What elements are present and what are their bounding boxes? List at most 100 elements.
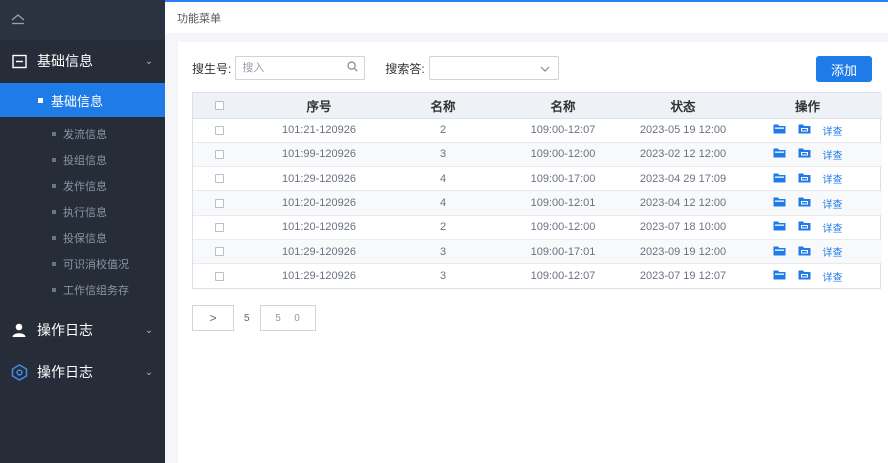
sidebar-group-label: 基础信息: [37, 53, 93, 69]
sidebar-group-label: 操作日志: [37, 364, 93, 380]
row-select-cell[interactable]: [193, 142, 245, 168]
sidebar-group-basic-info[interactable]: 基础信息 ⌄: [0, 40, 165, 82]
edit-folder-icon[interactable]: [798, 147, 811, 161]
table-row[interactable]: 101:20-120926 2 109:00-12:00 2023-07 18 10:…: [193, 215, 882, 240]
cell-time: 109:00-12:01: [493, 190, 633, 216]
add-button[interactable]: 添加: [816, 56, 872, 82]
folder-icon[interactable]: [773, 269, 786, 283]
detail-link[interactable]: 详查: [823, 220, 843, 235]
main-panel: 搜生号: 搜索答: 添加 序号 名称 名: [178, 42, 888, 463]
sidebar-sub-label: 工作信组务存: [63, 285, 129, 297]
row-checkbox[interactable]: [214, 271, 224, 281]
row-select-cell[interactable]: [193, 166, 245, 192]
table-row[interactable]: 101:29-120926 4 109:00-17:00 2023-04 29 17:…: [193, 166, 882, 192]
select-label: 搜索答:: [385, 61, 425, 76]
sidebar-item-basic-info[interactable]: 基础信息: [0, 83, 165, 117]
sidebar-sub-item[interactable]: 发作信息: [0, 173, 165, 199]
sidebar-sub-label: 可识消校值况: [63, 259, 129, 271]
edit-folder-icon[interactable]: [798, 196, 811, 210]
detail-link[interactable]: 详查: [823, 147, 843, 162]
sidebar-sub-label: 发流信息: [63, 129, 107, 141]
table-row[interactable]: 101:29-120926 3 109:00-17:01 2023-09 19 12:…: [193, 239, 882, 265]
column-header[interactable]: 名称: [493, 93, 633, 119]
detail-link[interactable]: 详查: [823, 196, 843, 211]
row-select-cell[interactable]: [193, 264, 245, 288]
bullet-icon: [52, 184, 56, 188]
bullet-icon: [52, 158, 56, 162]
next-page-button[interactable]: >: [192, 305, 234, 331]
bullet-icon: [52, 236, 56, 240]
sidebar-collapse-toggle[interactable]: [0, 0, 165, 40]
cell-date: 2023-09 19 12:00: [633, 239, 733, 265]
cell-time: 109:00-17:00: [493, 166, 633, 192]
column-header[interactable]: 序号: [245, 93, 393, 119]
edit-folder-icon[interactable]: [798, 172, 811, 186]
sidebar-sub-item[interactable]: 投保信息: [0, 225, 165, 251]
sidebar-group-operation-log[interactable]: 操作日志 ⌄: [0, 309, 165, 351]
row-select-cell[interactable]: [193, 190, 245, 216]
sidebar-sub-item[interactable]: 工作信组务存: [0, 277, 165, 303]
user-icon: [10, 321, 28, 339]
filter-select[interactable]: [428, 56, 559, 80]
edit-folder-icon[interactable]: [798, 245, 811, 259]
cell-count: 3: [393, 142, 493, 168]
table-row[interactable]: 101:99-120926 3 109:00-12:00 2023-02 12 12:…: [193, 142, 882, 168]
cell-id: 101:20-120926: [245, 215, 393, 240]
row-checkbox[interactable]: [214, 247, 224, 257]
row-checkbox[interactable]: [214, 150, 224, 160]
cell-time: 109:00-12:00: [493, 142, 633, 168]
search-icon[interactable]: [347, 61, 358, 75]
sidebar-sub-item[interactable]: 投组信息: [0, 147, 165, 173]
cell-count: 3: [393, 239, 493, 265]
cell-time: 109:00-12:07: [493, 118, 633, 143]
cell-actions: 详查: [733, 215, 882, 240]
sidebar-group-operation-log-2[interactable]: 操作日志 ⌄: [0, 351, 165, 393]
edit-folder-icon[interactable]: [798, 220, 811, 234]
collapse-up-icon[interactable]: [10, 13, 26, 28]
cell-actions: 详查: [733, 142, 882, 168]
cell-time: 109:00-12:07: [530, 270, 596, 283]
row-select-cell[interactable]: [193, 239, 245, 265]
row-checkbox[interactable]: [214, 174, 224, 184]
row-select-cell[interactable]: [193, 215, 245, 240]
folder-icon[interactable]: [773, 147, 786, 161]
sidebar-sub-item[interactable]: 可识消校值况: [0, 251, 165, 277]
cell-count: 3: [439, 270, 447, 283]
row-select-cell[interactable]: [193, 118, 245, 143]
data-table: 序号 名称 名称 状态 操作 101:21-120926 2 109:00-12:0…: [192, 92, 882, 290]
sidebar-sub-item[interactable]: 执行信息: [0, 199, 165, 225]
search-input[interactable]: [242, 62, 348, 74]
page-size-box[interactable]: 5 0: [259, 305, 316, 331]
table-row[interactable]: 101:20-120926 4 109:00-12:01 2023-04 12 12:…: [193, 190, 882, 216]
search-label: 搜生号:: [192, 61, 232, 76]
column-header[interactable]: 名称: [393, 93, 493, 119]
sidebar-sub-item[interactable]: 发流信息: [0, 121, 165, 147]
cell-id: 101:29-120926: [245, 239, 393, 265]
pagination: > 5 5 0: [192, 305, 316, 331]
column-header[interactable]: 状态: [633, 93, 733, 119]
detail-link[interactable]: 详查: [823, 171, 843, 186]
detail-link[interactable]: 详查: [823, 244, 843, 259]
sidebar-sub-label: 投保信息: [63, 233, 107, 245]
table-row[interactable]: 101:29-120926 3 109:00-12:07 2023-07 19 12:…: [193, 264, 882, 288]
detail-link[interactable]: 详查: [823, 123, 843, 138]
detail-link[interactable]: 详查: [823, 269, 843, 284]
folder-icon[interactable]: [773, 220, 786, 234]
cell-id: 101:29-120926: [245, 166, 393, 192]
select-all-checkbox[interactable]: [214, 101, 224, 111]
edit-folder-icon[interactable]: [798, 123, 811, 137]
page-number: 5: [275, 312, 281, 324]
bullet-icon: [38, 97, 43, 103]
folder-icon[interactable]: [773, 245, 786, 259]
edit-folder-icon[interactable]: [798, 269, 811, 283]
chevron-down-icon: [540, 61, 550, 75]
search-box[interactable]: [235, 56, 366, 80]
select-all-header[interactable]: [193, 93, 245, 119]
row-checkbox[interactable]: [214, 222, 224, 232]
table-row[interactable]: 101:21-120926 2 109:00-12:07 2023-05 19 12:…: [193, 118, 882, 143]
folder-icon[interactable]: [773, 196, 786, 210]
row-checkbox[interactable]: [214, 198, 224, 208]
row-checkbox[interactable]: [214, 125, 224, 135]
folder-icon[interactable]: [773, 123, 786, 137]
folder-icon[interactable]: [773, 172, 786, 186]
